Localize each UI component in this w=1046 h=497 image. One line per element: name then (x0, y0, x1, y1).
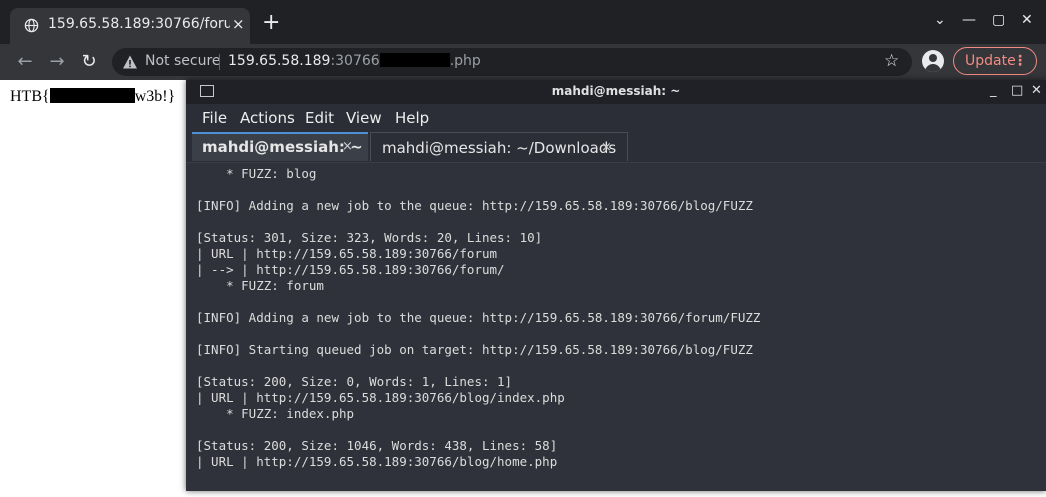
terminal-line: * FUZZ: blog (196, 166, 317, 181)
url-port: :30766 (330, 53, 380, 69)
tab-title: 159.65.58.189:30766/forum (48, 16, 230, 32)
terminal-title: mahdi@messiah: ~ (551, 84, 681, 98)
browser-toolbar: ← → ↻ Not secure 159.65.58.189:30766 .php… (0, 44, 1046, 80)
terminal-line: [Status: 200, Size: 1046, Words: 438, Li… (196, 438, 558, 453)
flag-text: HTB{ w3b!} (10, 88, 175, 106)
terminal-line: * FUZZ: forum (196, 278, 324, 293)
menu-help[interactable]: Help (395, 109, 429, 127)
terminal-line: * FUZZ: index.php (196, 406, 355, 421)
not-secure-label[interactable]: Not secure (145, 53, 221, 69)
window-close-button[interactable]: ✕ (1021, 12, 1033, 28)
browser-tab-strip: 159.65.58.189:30766/forum × + ⌄ — ▢ ✕ (0, 0, 1046, 44)
warning-icon[interactable] (122, 54, 138, 70)
tab-search-icon[interactable]: ⌄ (934, 12, 946, 28)
update-button[interactable]: Update ⋮ (953, 47, 1037, 75)
terminal-output[interactable]: * FUZZ: blog [INFO] Adding a new job to … (186, 163, 1046, 491)
terminal-tab-downloads[interactable]: mahdi@messiah: ~/Downloads × (370, 132, 628, 161)
flag-redaction-bar (49, 88, 135, 103)
window-minimize-button[interactable]: — (962, 12, 976, 28)
url-suffix: .php (449, 53, 481, 69)
forward-button[interactable]: → (45, 50, 69, 74)
avatar-body (925, 64, 941, 72)
back-button[interactable]: ← (13, 50, 37, 74)
terminal-menu-bar: File Actions Edit View Help (186, 104, 1046, 132)
menu-file[interactable]: File (202, 109, 227, 127)
terminal-tab-label: mahdi@messiah: ~ (202, 138, 363, 156)
terminal-output-text: * FUZZ: blog [INFO] Adding a new job to … (196, 166, 760, 470)
terminal-tab-close-icon[interactable]: × (342, 134, 353, 160)
redaction-bar (379, 53, 450, 67)
terminal-tab-label: mahdi@messiah: ~/Downloads (382, 139, 617, 157)
terminal-tab-bar: mahdi@messiah: ~ × mahdi@messiah: ~/Down… (186, 132, 1046, 163)
browser-tab[interactable]: 159.65.58.189:30766/forum × (10, 8, 250, 44)
terminal-line: | URL | http://159.65.58.189:30766/blog/… (196, 454, 558, 469)
update-label: Update (965, 53, 1016, 69)
globe-icon (24, 18, 39, 33)
terminal-line: [Status: 200, Size: 0, Words: 1, Lines: … (196, 374, 513, 389)
tab-close-icon[interactable]: × (232, 15, 245, 33)
url-host: 159.65.58.189 (228, 53, 331, 69)
url-text[interactable]: 159.65.58.189:30766 .php (228, 53, 481, 69)
terminal-window: mahdi@messiah: ~ _ □ ✕ File Actions Edit… (186, 80, 1046, 491)
new-tab-button[interactable]: + (262, 12, 280, 34)
flag-prefix: HTB{ (10, 88, 50, 105)
address-bar[interactable]: Not secure 159.65.58.189:30766 .php (112, 48, 912, 76)
menu-edit[interactable]: Edit (305, 109, 334, 127)
bookmark-star-icon[interactable]: ☆ (884, 51, 899, 71)
terminal-tab-home[interactable]: mahdi@messiah: ~ × (192, 132, 368, 161)
avatar-head (929, 54, 937, 62)
terminal-line: [INFO] Adding a new job to the queue: ht… (196, 310, 761, 325)
terminal-minimize-button[interactable]: _ (990, 83, 997, 98)
terminal-title-bar[interactable]: mahdi@messiah: ~ _ □ ✕ (186, 80, 1046, 104)
menu-view[interactable]: View (346, 109, 382, 127)
window-maximize-button[interactable]: ▢ (992, 12, 1005, 28)
terminal-close-button[interactable]: ✕ (1031, 83, 1042, 98)
menu-actions[interactable]: Actions (240, 109, 295, 127)
terminal-line: [Status: 301, Size: 323, Words: 20, Line… (196, 230, 543, 245)
terminal-tab-close-icon[interactable]: × (601, 133, 612, 163)
flag-suffix: w3b!} (134, 88, 176, 105)
terminal-line: [INFO] Starting queued job on target: ht… (196, 342, 753, 357)
menu-dots-icon[interactable]: ⋮ (1013, 48, 1027, 74)
terminal-line: | --> | http://159.65.58.189:30766/forum… (196, 262, 505, 277)
profile-avatar-icon[interactable] (922, 50, 944, 72)
url-divider (219, 54, 220, 70)
reload-button[interactable]: ↻ (77, 50, 101, 74)
terminal-line: | URL | http://159.65.58.189:30766/blog/… (196, 390, 565, 405)
terminal-line: | URL | http://159.65.58.189:30766/forum (196, 246, 498, 261)
terminal-maximize-button[interactable]: □ (1011, 83, 1023, 98)
terminal-line: [INFO] Adding a new job to the queue: ht… (196, 198, 753, 213)
